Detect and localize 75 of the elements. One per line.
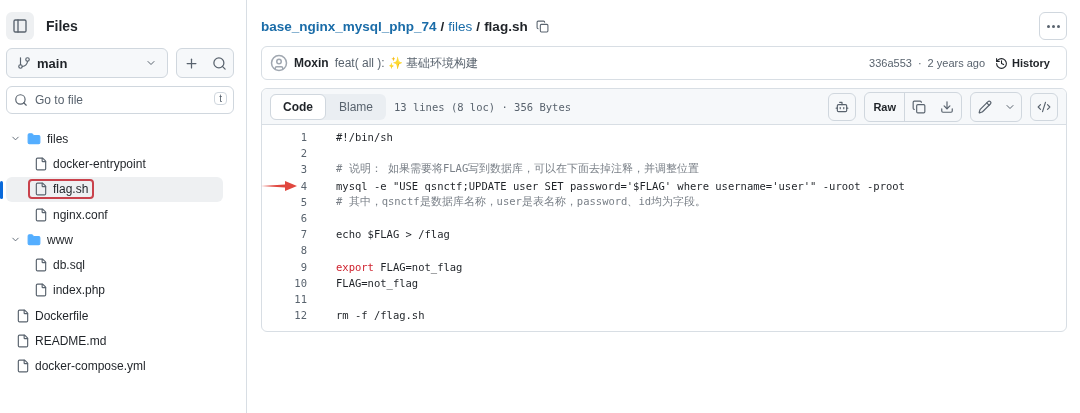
avatar-icon <box>270 54 288 72</box>
sidebar-title: Files <box>46 18 78 34</box>
folder-icon <box>27 131 41 146</box>
search-icon <box>211 55 227 71</box>
breadcrumb-separator: / <box>440 18 445 34</box>
view-tab[interactable]: Blame <box>326 93 386 120</box>
breadcrumb-link[interactable]: base_nginx_mysql_php_74 <box>261 18 437 34</box>
line-number: 3 <box>299 163 307 176</box>
file-icon <box>16 359 30 374</box>
breadcrumb-current: flag.sh <box>484 18 528 34</box>
file-item[interactable]: Dockerfile <box>6 303 223 329</box>
line-number: 8 <box>299 244 307 257</box>
line-number: 6 <box>299 212 307 225</box>
line-number: 9 <box>299 260 307 273</box>
code-line: mysql -e "USE qsnctf;UPDATE user SET password='$FLAG' where username='user'" -uroot -proot <box>336 179 905 192</box>
copilot-button[interactable] <box>828 92 857 121</box>
file-icon <box>16 334 30 348</box>
code-icon <box>1037 99 1051 114</box>
history-icon <box>995 56 1009 70</box>
more-icon <box>1046 24 1060 28</box>
code-line: rm -f /flag.sh <box>336 309 425 322</box>
shortcut-key: t <box>214 92 227 105</box>
copy-icon <box>536 19 550 33</box>
line-number: 5 <box>299 195 307 208</box>
bot-icon <box>835 99 850 114</box>
file-item[interactable]: docker-compose.yml <box>6 353 223 379</box>
plus-icon <box>183 55 199 71</box>
code-line: echo $FLAG > /flag <box>336 228 450 241</box>
copy-icon <box>912 99 926 114</box>
line-number: 2 <box>299 147 307 160</box>
file-icon <box>34 283 48 298</box>
more-options-button[interactable] <box>1039 12 1067 40</box>
sidebar-icon <box>12 18 28 34</box>
folder-icon <box>27 232 41 247</box>
selection-indicator <box>0 180 3 199</box>
code-line: # 说明： 如果需要将FLAG写到数据库，可以在下面去掉注释，并调整位置 <box>336 162 700 177</box>
file-item[interactable]: docker-entrypoint <box>6 151 223 177</box>
file-icon <box>34 207 48 222</box>
download-icon <box>940 99 954 114</box>
code-line: export FLAG=not_flag <box>336 260 463 273</box>
file-icon <box>34 182 48 197</box>
separator-dot: · <box>917 57 922 69</box>
history-button[interactable]: History <box>991 56 1054 70</box>
commit-message[interactable]: feat( all ): ✨ 基础环境构建 <box>334 54 479 72</box>
code-line: # 其中，qsnctf是数据库名称，user是表名称，password、id均为字段。 <box>336 194 707 209</box>
commit-time: 2 years ago <box>927 57 986 69</box>
line-number: 10 <box>293 276 307 289</box>
line-number: 4 <box>299 179 307 192</box>
branch-selector[interactable]: main <box>6 48 168 78</box>
folder-item[interactable]: www <box>6 227 223 253</box>
symbols-button[interactable] <box>1030 92 1058 121</box>
file-item[interactable]: index.php <box>6 277 223 304</box>
file-item[interactable]: db.sql <box>6 252 223 278</box>
line-number: 11 <box>293 292 307 305</box>
commit-hash[interactable]: 336a553 <box>869 57 912 69</box>
file-icon <box>34 156 48 171</box>
line-number: 1 <box>299 131 307 144</box>
sidebar-toggle-button[interactable] <box>6 12 34 40</box>
view-tab[interactable]: Code <box>270 93 326 120</box>
folder-item[interactable]: files <box>6 126 223 152</box>
line-number: 12 <box>293 309 307 322</box>
file-item[interactable]: nginx.conf <box>6 201 223 228</box>
breadcrumb-separator: / <box>476 18 481 34</box>
file-icon <box>34 258 48 273</box>
search-icon <box>14 93 28 107</box>
line-number: 7 <box>299 228 307 241</box>
file-info: 13 lines (8 loc) · 356 Bytes <box>394 100 572 113</box>
branch-icon <box>17 56 31 70</box>
file-item[interactable]: README.md <box>6 328 223 354</box>
commit-author[interactable]: Moxin <box>294 56 329 70</box>
pencil-icon <box>978 99 992 114</box>
file-icon <box>16 308 30 323</box>
code-line: #!/bin/sh <box>336 131 393 144</box>
code-line: FLAG=not_flag <box>336 276 419 289</box>
breadcrumb-link[interactable]: files <box>448 18 473 34</box>
